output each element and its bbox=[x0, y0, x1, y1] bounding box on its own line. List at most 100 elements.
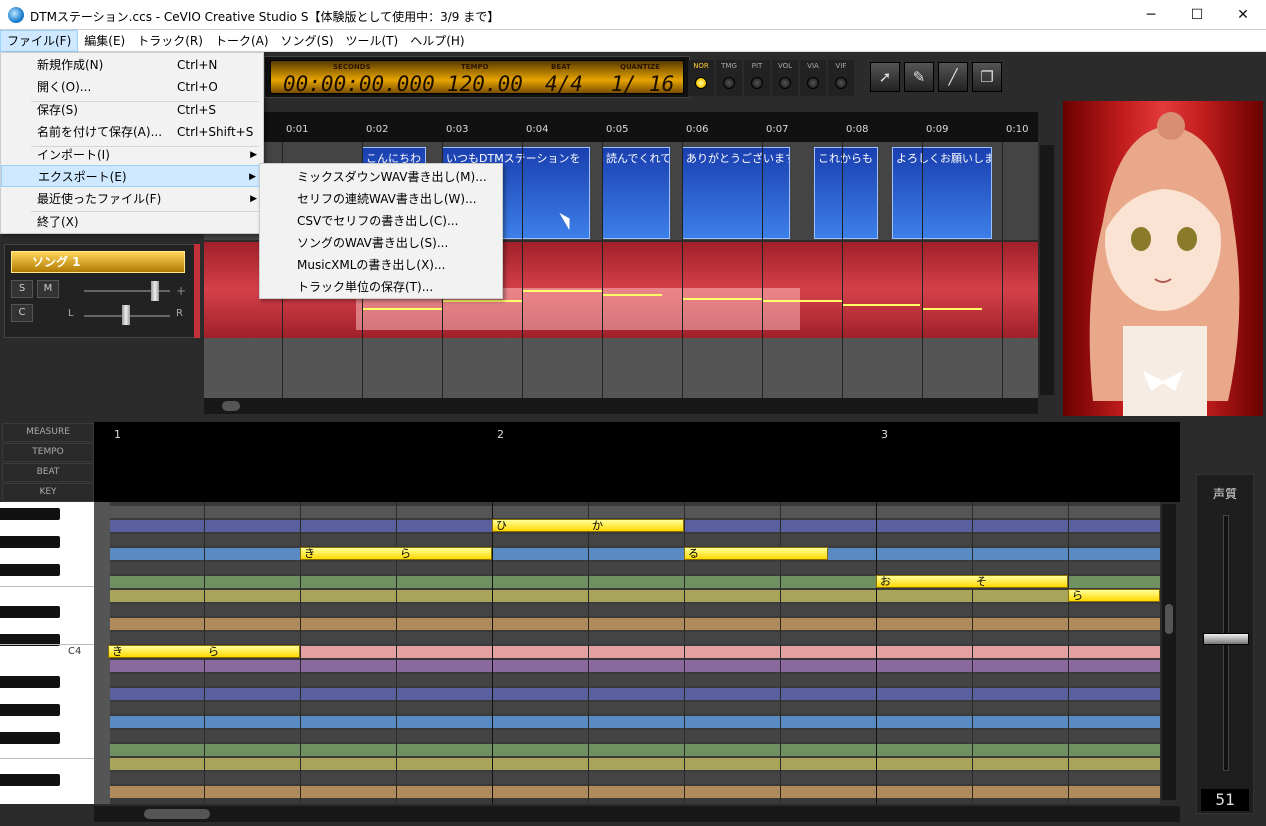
note[interactable]: きら bbox=[108, 645, 300, 658]
pointer-tool-icon[interactable]: ➚ bbox=[870, 62, 900, 92]
pianoroll-horizontal-scrollbar[interactable] bbox=[94, 806, 1180, 822]
pen-tool-icon[interactable]: ✎ bbox=[904, 62, 934, 92]
menu-tools[interactable]: ツール(T) bbox=[340, 30, 405, 52]
app-icon bbox=[8, 7, 24, 23]
pianoroll-vertical-scrollbar[interactable] bbox=[1162, 504, 1176, 800]
lane bbox=[110, 786, 1160, 798]
export-mixdown-wav[interactable]: ミックスダウンWAV書き出し(M)... bbox=[260, 166, 502, 188]
export-track-save[interactable]: トラック単位の保存(T)... bbox=[260, 276, 502, 298]
mode-vol-button[interactable]: VOL bbox=[772, 60, 798, 96]
line-tool-icon[interactable]: ╱ bbox=[938, 62, 968, 92]
note[interactable]: ら bbox=[1068, 589, 1160, 602]
menu-exit[interactable]: 終了(X) bbox=[1, 211, 263, 233]
empty-track-lane[interactable] bbox=[204, 338, 1038, 398]
window-tool-icon[interactable]: ❐ bbox=[972, 62, 1002, 92]
menu-save[interactable]: 保存(S) Ctrl+S bbox=[1, 99, 263, 121]
close-button[interactable]: ✕ bbox=[1220, 0, 1266, 30]
submenu-arrow-icon: ▶ bbox=[249, 172, 256, 182]
mode-via-button[interactable]: VIA bbox=[800, 60, 826, 96]
voice-quality-panel: 声質 51 bbox=[1196, 474, 1254, 814]
lane bbox=[110, 758, 1160, 770]
scroll-thumb[interactable] bbox=[144, 809, 210, 819]
c-button[interactable]: C bbox=[11, 304, 33, 322]
menu-edit[interactable]: 編集(E) bbox=[78, 30, 131, 52]
black-key[interactable] bbox=[0, 676, 60, 688]
track-color-bar bbox=[194, 244, 200, 338]
note-lanes[interactable]: ひか きら る おそ ら きら bbox=[94, 502, 1160, 804]
piano-roll-header-area[interactable]: 1 2 3 bbox=[94, 422, 1180, 502]
pan-slider-handle[interactable] bbox=[122, 305, 130, 325]
led-icon bbox=[835, 77, 847, 89]
time-ruler[interactable]: 0:01 0:02 0:03 0:04 0:05 0:06 0:07 0:08 … bbox=[204, 112, 1038, 142]
c4-key-label: C4 bbox=[68, 646, 82, 657]
lane bbox=[110, 660, 1160, 672]
solo-button[interactable]: S bbox=[11, 280, 33, 298]
note[interactable]: る bbox=[684, 547, 828, 560]
export-serif-csv[interactable]: CSVでセリフの書き出し(C)... bbox=[260, 210, 502, 232]
ruler-tick: 0:10 bbox=[1006, 124, 1029, 135]
ruler-tick: 0:09 bbox=[926, 124, 949, 135]
talk-clip[interactable]: よろしくお願いします bbox=[892, 147, 992, 239]
talk-clip[interactable]: 読んでくれて bbox=[602, 147, 670, 239]
export-musicxml[interactable]: MusicXMLの書き出し(X)... bbox=[260, 254, 502, 276]
note-lyric: ら bbox=[400, 547, 411, 560]
export-serif-wav[interactable]: セリフの連続WAV書き出し(W)... bbox=[260, 188, 502, 210]
track-vertical-scrollbar[interactable] bbox=[1040, 145, 1054, 395]
mode-pit-button[interactable]: PIT bbox=[744, 60, 770, 96]
talk-clip[interactable]: ありがとうございます bbox=[682, 147, 790, 239]
menu-export[interactable]: エクスポート(E) ▶ bbox=[1, 165, 263, 187]
quantize-value[interactable]: 1/ 16 bbox=[611, 72, 674, 96]
maximize-button[interactable]: ☐ bbox=[1174, 0, 1220, 30]
black-key[interactable] bbox=[0, 732, 60, 744]
ruler-tick: 0:01 bbox=[286, 124, 309, 135]
note-line bbox=[442, 300, 522, 302]
black-key[interactable] bbox=[0, 606, 60, 618]
menu-new[interactable]: 新規作成(N) Ctrl+N bbox=[1, 54, 263, 76]
menu-import[interactable]: インポート(I) ▶ bbox=[1, 144, 263, 166]
mute-button[interactable]: M bbox=[37, 280, 59, 298]
measure-number: 2 bbox=[497, 428, 504, 441]
measure-line bbox=[492, 502, 493, 804]
menu-help[interactable]: ヘルプ(H) bbox=[404, 30, 470, 52]
note[interactable]: ひか bbox=[492, 519, 684, 532]
note[interactable]: おそ bbox=[876, 575, 1068, 588]
black-key[interactable] bbox=[0, 774, 60, 786]
black-key[interactable] bbox=[0, 564, 60, 576]
character-portrait bbox=[1063, 101, 1263, 416]
menu-open[interactable]: 開く(O)... Ctrl+O bbox=[1, 76, 263, 98]
track-horizontal-scrollbar[interactable] bbox=[204, 398, 1038, 414]
tempo-value: 120.00 bbox=[447, 72, 523, 96]
lane bbox=[110, 702, 1160, 714]
scroll-thumb[interactable] bbox=[222, 401, 240, 411]
menu-save-as[interactable]: 名前を付けて保存(A)... Ctrl+Shift+S bbox=[1, 121, 263, 143]
piano-keyboard[interactable]: C4 bbox=[0, 502, 94, 804]
note-lyric: き bbox=[304, 547, 315, 560]
led-icon bbox=[723, 77, 735, 89]
menu-label: 最近使ったファイル(F) bbox=[37, 192, 162, 206]
export-song-wav[interactable]: ソングのWAV書き出し(S)... bbox=[260, 232, 502, 254]
menu-song[interactable]: ソング(S) bbox=[275, 30, 340, 52]
grid-line bbox=[682, 142, 683, 398]
volume-slider-handle[interactable] bbox=[151, 281, 159, 301]
mode-nor-button[interactable]: NOR bbox=[688, 60, 714, 96]
black-key[interactable] bbox=[0, 536, 60, 548]
quantize-label: QUANTIZE bbox=[620, 63, 660, 71]
mode-vif-button[interactable]: VIF bbox=[828, 60, 854, 96]
note[interactable]: きら bbox=[300, 547, 492, 560]
talk-clip[interactable]: これからも bbox=[814, 147, 878, 239]
black-key[interactable] bbox=[0, 508, 60, 520]
grid-line bbox=[602, 142, 603, 398]
menu-track[interactable]: トラック(R) bbox=[131, 30, 209, 52]
minimize-button[interactable]: ─ bbox=[1128, 0, 1174, 30]
scroll-thumb[interactable] bbox=[1165, 604, 1173, 634]
menu-file[interactable]: ファイル(F) bbox=[0, 30, 79, 52]
song-track-name[interactable]: ソング 1 bbox=[11, 251, 185, 273]
menu-recent-files[interactable]: 最近使ったファイル(F) ▶ bbox=[1, 188, 263, 210]
mode-tmg-button[interactable]: TMG bbox=[716, 60, 742, 96]
menu-talk[interactable]: トーク(A) bbox=[209, 30, 275, 52]
grid-line bbox=[762, 142, 763, 398]
ruler-tick: 0:07 bbox=[766, 124, 789, 135]
voice-quality-handle[interactable] bbox=[1203, 633, 1249, 645]
seconds-label: SECONDS bbox=[333, 63, 371, 71]
black-key[interactable] bbox=[0, 704, 60, 716]
